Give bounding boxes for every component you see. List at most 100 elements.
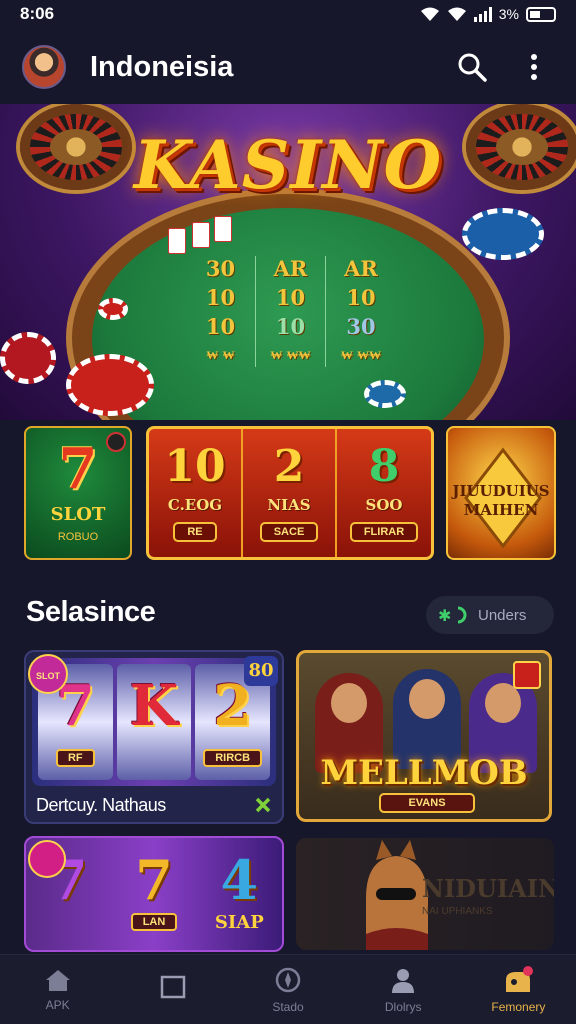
promo-card-jackpot[interactable]: 10 C.EOG RE 2 NIAS SACE 8 SOO FLIRAR <box>146 426 434 560</box>
promo-number: 2 <box>273 441 305 492</box>
app-bar: Indoneisia <box>0 36 576 98</box>
avatar[interactable] <box>22 45 66 89</box>
slot-reels: 7 RF K 2 RIRCB <box>32 658 276 786</box>
poker-chip <box>364 380 406 408</box>
grid-cell: 10 <box>186 314 256 343</box>
more-vert-icon <box>531 54 537 80</box>
poker-chip <box>98 298 128 320</box>
promo-button[interactable]: FLIRAR <box>349 522 419 542</box>
game-badge-icon <box>28 840 66 878</box>
status-icons: 3% <box>420 6 556 22</box>
nav-item-square[interactable] <box>115 955 230 1024</box>
promo-column: 2 NIAS SACE <box>243 429 337 557</box>
battery-icon <box>526 6 556 22</box>
promo-number: 10 <box>164 441 226 492</box>
signal-icon <box>473 6 492 22</box>
rewards-icon <box>506 965 534 992</box>
grid-cell: 10 <box>186 285 256 314</box>
grid-cell: 10 <box>256 314 326 343</box>
reel-button: LAN <box>130 913 178 931</box>
promo-label: C.EOG <box>167 496 223 514</box>
person-icon <box>392 968 415 993</box>
game-caption: Dertcuy. Nathaus <box>36 795 166 815</box>
hero-banner[interactable]: 30 AR AR 10 10 10 10 10 30 ₩ ₩ ₩ ₩₩ ₩ ₩₩… <box>0 104 576 420</box>
game-button[interactable]: EVANS <box>379 793 475 813</box>
playing-card <box>168 228 186 254</box>
badge-icon <box>106 432 126 452</box>
reel-label: SIAP <box>214 912 264 933</box>
game-subtitle: NAI UPHIANKS <box>422 906 493 917</box>
promo-gold-title: JIUUDUIUS MAIHEN <box>452 482 550 519</box>
promo-label: SOO <box>365 496 403 514</box>
bottom-nav: APK Stado Dlolrys Femonery <box>0 954 576 1024</box>
promo-button[interactable]: SACE <box>259 522 319 542</box>
toggle-icon: ✱ <box>438 606 467 624</box>
promo-slot-title: SLOT <box>50 504 106 525</box>
filter-pill[interactable]: ✱ Unders <box>426 596 554 634</box>
reel: K <box>116 664 192 780</box>
game-title: MELLMOB <box>320 753 528 793</box>
nav-item-apk[interactable]: APK <box>0 955 115 1024</box>
more-options-button[interactable] <box>514 47 554 87</box>
section-title: Selasince <box>26 596 156 628</box>
reel-symbol: 7 <box>135 848 173 912</box>
reel-button: RF <box>55 749 95 767</box>
close-icon[interactable] <box>254 796 272 814</box>
wifi-icon <box>420 7 439 21</box>
filter-pill-label: Unders <box>478 606 527 624</box>
poker-chip <box>0 332 56 384</box>
character-face <box>485 683 521 723</box>
search-icon <box>458 53 487 82</box>
game-card-reels[interactable]: 7 RF K 2 RIRCB SLOT 80 Dertcuy. Nathaus <box>24 650 284 824</box>
square-icon <box>160 975 186 998</box>
playing-card <box>214 216 232 242</box>
game-card-characters[interactable]: MELLMOB EVANS <box>296 650 552 822</box>
nav-item-stado[interactable]: Stado <box>230 955 345 1024</box>
nav-label: APK <box>45 997 70 1012</box>
game-card-sevens[interactable]: 7 7 LAN 4 SIAP <box>24 836 284 952</box>
grid-cell: 10 <box>346 285 376 310</box>
compass-icon <box>275 967 301 992</box>
reel: 7 LAN <box>111 838 196 950</box>
search-button[interactable] <box>452 47 492 87</box>
promo-number: 8 <box>368 441 400 492</box>
nav-item-femonery[interactable]: Femonery <box>461 955 576 1024</box>
reel-symbol: K <box>129 673 179 739</box>
game-card-dark[interactable]: NIDUIAINS NAI UPHIANKS <box>296 838 554 950</box>
betting-grid: 30 AR AR 10 10 10 10 10 30 ₩ ₩ ₩ ₩₩ ₩ ₩₩ <box>186 256 396 367</box>
promo-column: 10 C.EOG RE <box>149 429 243 557</box>
grid-cell: AR <box>344 256 378 281</box>
hero-title: KASINO <box>133 126 443 204</box>
poker-chip <box>66 354 154 416</box>
game-badge: SLOT <box>28 654 68 694</box>
poker-chip <box>462 208 544 260</box>
nav-label: Stado <box>272 999 304 1014</box>
promo-column: 8 SOO FLIRAR <box>337 429 431 557</box>
grid-cell: 10 <box>256 285 326 314</box>
nav-label: Dlolrys <box>384 999 422 1014</box>
reel-button: RIRCB <box>203 749 263 767</box>
game-title: NIDUIAINS <box>422 874 554 903</box>
game-corner-number: 80 <box>244 656 278 686</box>
grid-cell: AR <box>256 256 326 285</box>
promo-card-gold[interactable]: JIUUDUIUS MAIHEN <box>446 426 556 560</box>
nav-item-dlolrys[interactable]: Dlolrys <box>346 955 461 1024</box>
status-bar: 8:06 3% <box>0 0 576 28</box>
promo-card-slot[interactable]: 7 SLOT ROBUO <box>24 426 132 560</box>
home-icon <box>45 969 70 991</box>
game-badge-icon <box>513 661 541 689</box>
promo-slot-subtitle: ROBUO <box>57 531 99 543</box>
grid-chip-cell: ₩ ₩ <box>186 343 256 367</box>
grid-chip-cell: ₩ ₩₩ <box>340 348 382 362</box>
grid-cell: 30 <box>186 256 256 285</box>
promo-button[interactable]: RE <box>173 522 217 542</box>
nav-label: Femonery <box>491 999 546 1014</box>
character-face <box>331 683 367 723</box>
character-face <box>409 679 445 719</box>
promo-label: NIAS <box>267 496 311 514</box>
playing-card <box>192 222 210 248</box>
grid-chip-cell: ₩ ₩₩ <box>256 343 326 367</box>
grid-cell: 30 <box>346 314 376 339</box>
svg-text:✱: ✱ <box>438 606 451 624</box>
battery-percent: 3% <box>498 6 519 22</box>
